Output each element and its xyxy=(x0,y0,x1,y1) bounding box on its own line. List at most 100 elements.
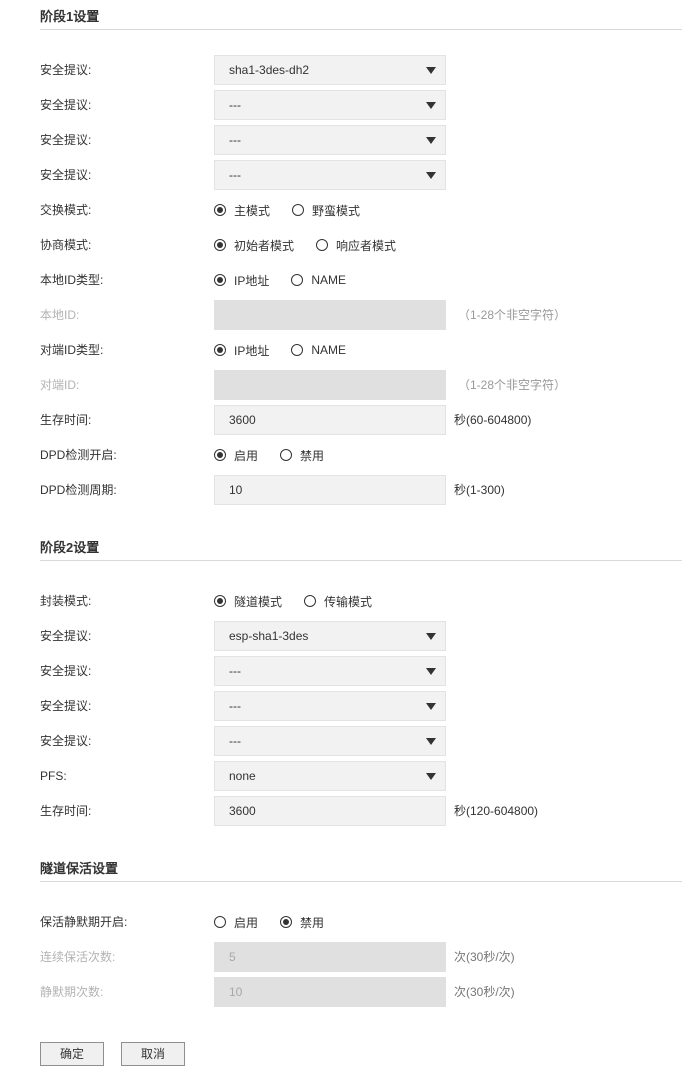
phase2-proposal-select-2[interactable]: --- xyxy=(214,656,446,686)
caret-down-icon xyxy=(426,137,436,144)
local-id-row: 本地ID: （1-28个非空字符） xyxy=(0,300,682,330)
phase1-proposal-label: 安全提议: xyxy=(40,98,92,112)
radio-unchecked-icon xyxy=(316,239,329,251)
phase2-proposal-row-1: 安全提议: esp-sha1-3des xyxy=(0,621,682,651)
local-id-label: 本地ID: xyxy=(40,308,80,322)
radio-checked-icon xyxy=(214,204,226,216)
radio-checked-icon xyxy=(280,916,293,928)
phase1-proposal-select-1[interactable]: sha1-3des-dh2 xyxy=(214,55,446,85)
radio-unchecked-icon xyxy=(291,274,304,286)
caret-down-icon xyxy=(426,102,436,109)
peer-id-type-radio-group: IP地址 NAME xyxy=(214,335,360,365)
consecutive-count-hint: 次(30秒/次) xyxy=(454,950,515,964)
radio-unchecked-icon xyxy=(291,344,304,356)
encap-tunnel-radio[interactable]: 隧道模式 xyxy=(214,593,282,610)
radio-checked-icon xyxy=(214,274,226,286)
caret-down-icon xyxy=(426,738,436,745)
phase2-proposal-label: 安全提议: xyxy=(40,629,92,643)
phase2-proposal-row-4: 安全提议: --- xyxy=(0,726,682,756)
radio-checked-icon xyxy=(214,239,226,251)
phase1-proposal-row-1: 安全提议: sha1-3des-dh2 xyxy=(0,55,682,85)
pfs-row: PFS: none xyxy=(0,761,682,791)
peer-id-row: 对端ID: （1-28个非空字符） xyxy=(0,370,682,400)
caret-down-icon xyxy=(426,633,436,640)
encap-mode-label: 封装模式: xyxy=(40,594,92,608)
phase2-lifetime-label: 生存时间: xyxy=(40,804,92,818)
negotiation-mode-radio-group: 初始者模式 响应者模式 xyxy=(214,230,410,260)
radio-label: IP地址 xyxy=(234,273,270,288)
local-id-input[interactable] xyxy=(214,300,446,330)
phase2-lifetime-hint: 秒(120-604800) xyxy=(454,804,539,818)
phase2-proposal-label: 安全提议: xyxy=(40,664,92,678)
silent-enable-off-radio[interactable]: 禁用 xyxy=(280,914,324,931)
phase2-proposal-row-2: 安全提议: --- xyxy=(0,656,682,686)
exchange-mode-row: 交换模式: 主模式 野蛮模式 xyxy=(0,195,682,225)
radio-label: 主模式 xyxy=(234,203,271,218)
phase2-lifetime-input[interactable]: 3600 xyxy=(214,796,446,826)
phase2-proposal-select-3[interactable]: --- xyxy=(214,691,446,721)
dpd-enable-off-radio[interactable]: 禁用 xyxy=(280,447,324,464)
radio-label: 启用 xyxy=(234,915,259,930)
exchange-mode-radio-group: 主模式 野蛮模式 xyxy=(214,195,374,225)
exchange-mode-main-radio[interactable]: 主模式 xyxy=(214,202,270,219)
phase1-divider xyxy=(40,29,682,30)
cancel-button[interactable]: 取消 xyxy=(121,1042,185,1066)
peer-id-type-row: 对端ID类型: IP地址 NAME xyxy=(0,335,682,365)
radio-unchecked-icon xyxy=(214,916,226,928)
consecutive-count-input[interactable]: 5 xyxy=(214,942,446,972)
ok-button[interactable]: 确定 xyxy=(40,1042,104,1066)
phase1-lifetime-input[interactable]: 3600 xyxy=(214,405,446,435)
select-value: --- xyxy=(229,664,241,678)
phase2-proposal-select-4[interactable]: --- xyxy=(214,726,446,756)
silent-count-input[interactable]: 10 xyxy=(214,977,446,1007)
local-id-type-label: 本地ID类型: xyxy=(40,273,104,287)
peer-id-name-radio[interactable]: NAME xyxy=(291,343,346,357)
select-value: sha1-3des-dh2 xyxy=(229,63,310,77)
phase1-proposal-row-3: 安全提议: --- xyxy=(0,125,682,155)
encap-transport-radio[interactable]: 传输模式 xyxy=(304,593,372,610)
negotiation-responder-radio[interactable]: 响应者模式 xyxy=(316,237,396,254)
radio-unchecked-icon xyxy=(292,204,305,216)
dpd-enable-on-radio[interactable]: 启用 xyxy=(214,447,258,464)
phase1-proposal-select-4[interactable]: --- xyxy=(214,160,446,190)
caret-down-icon xyxy=(426,668,436,675)
local-id-type-radio-group: IP地址 NAME xyxy=(214,265,360,295)
select-value: none xyxy=(229,769,256,783)
dpd-period-label: DPD检测周期: xyxy=(40,483,117,497)
local-id-type-row: 本地ID类型: IP地址 NAME xyxy=(0,265,682,295)
caret-down-icon xyxy=(426,773,436,780)
silent-enable-row: 保活静默期开启: 启用 禁用 xyxy=(0,907,682,937)
phase2-proposal-label: 安全提议: xyxy=(40,734,92,748)
radio-label: 野蛮模式 xyxy=(312,203,361,218)
peer-id-ip-radio[interactable]: IP地址 xyxy=(214,342,269,359)
select-value: --- xyxy=(229,133,241,147)
silent-enable-on-radio[interactable]: 启用 xyxy=(214,914,258,931)
keepalive-title: 隧道保活设置 xyxy=(40,861,119,876)
phase2-proposal-label: 安全提议: xyxy=(40,699,92,713)
phase1-proposal-row-2: 安全提议: --- xyxy=(0,90,682,120)
radio-unchecked-icon xyxy=(304,595,317,607)
pfs-select[interactable]: none xyxy=(214,761,446,791)
peer-id-input[interactable] xyxy=(214,370,446,400)
dpd-period-input[interactable]: 10 xyxy=(214,475,446,505)
exchange-mode-label: 交换模式: xyxy=(40,203,92,217)
dpd-period-row: DPD检测周期: 10 秒(1-300) xyxy=(0,475,682,505)
radio-label: 禁用 xyxy=(300,915,325,930)
phase2-proposal-select-1[interactable]: esp-sha1-3des xyxy=(214,621,446,651)
dpd-enable-row: DPD检测开启: 启用 禁用 xyxy=(0,440,682,470)
dpd-period-hint: 秒(1-300) xyxy=(454,483,505,497)
phase1-proposal-select-3[interactable]: --- xyxy=(214,125,446,155)
exchange-mode-aggressive-radio[interactable]: 野蛮模式 xyxy=(292,202,360,219)
select-value: --- xyxy=(229,699,241,713)
radio-label: 隧道模式 xyxy=(234,594,283,609)
local-id-ip-radio[interactable]: IP地址 xyxy=(214,272,269,289)
select-value: esp-sha1-3des xyxy=(229,629,309,643)
encap-mode-radio-group: 隧道模式 传输模式 xyxy=(214,586,386,616)
negotiation-initiator-radio[interactable]: 初始者模式 xyxy=(214,237,294,254)
consecutive-count-label: 连续保活次数: xyxy=(40,950,116,964)
phase1-proposal-select-2[interactable]: --- xyxy=(214,90,446,120)
radio-label: NAME xyxy=(311,343,347,357)
phase1-title: 阶段1设置 xyxy=(40,9,100,24)
silent-enable-radio-group: 启用 禁用 xyxy=(214,907,338,937)
local-id-name-radio[interactable]: NAME xyxy=(291,273,346,287)
